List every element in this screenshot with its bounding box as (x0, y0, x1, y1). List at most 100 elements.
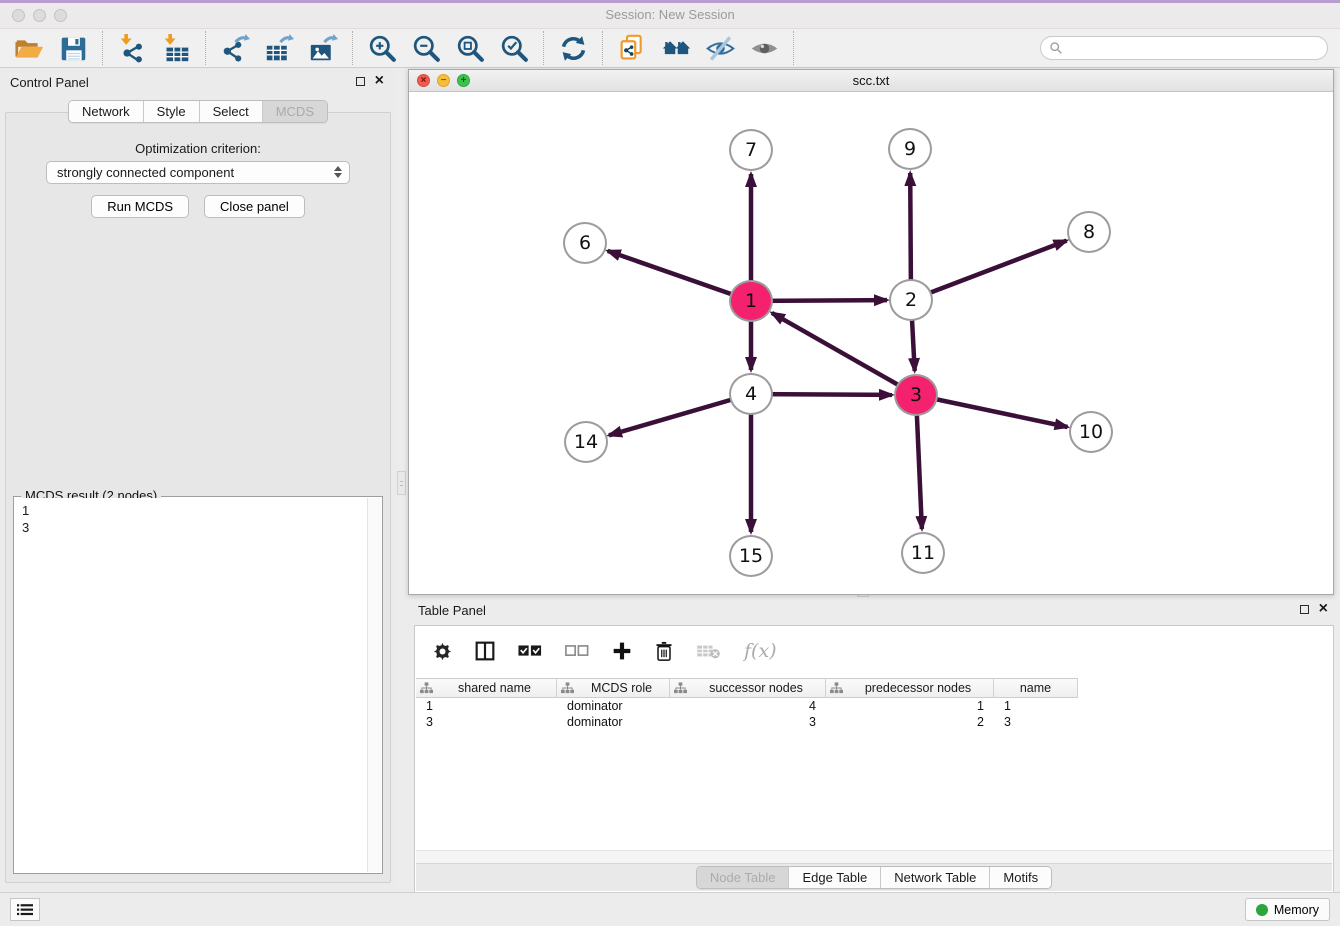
task-history-button[interactable] (10, 898, 40, 921)
export-table-icon[interactable] (263, 32, 295, 64)
cell-name[interactable]: 3 (994, 715, 1078, 729)
search-box[interactable] (1040, 36, 1328, 60)
split-divider-handle-vertical[interactable] (397, 471, 406, 495)
float-panel-icon[interactable] (356, 77, 365, 86)
cell-successor-nodes[interactable]: 4 (670, 699, 826, 713)
list-icon (17, 902, 33, 918)
column-header-MCDS-role[interactable]: MCDS role (557, 679, 670, 697)
table-settings-icon[interactable] (433, 642, 452, 661)
select-all-rows-icon[interactable] (518, 645, 542, 657)
save-session-icon[interactable] (57, 32, 89, 64)
graph-node-2[interactable]: 2 (889, 279, 933, 321)
toggle-columns-icon[interactable] (475, 641, 495, 661)
cell-shared-name[interactable]: 3 (416, 715, 557, 729)
delete-table-icon (696, 642, 721, 660)
graph-node-4[interactable]: 4 (729, 373, 773, 415)
delete-column-icon[interactable] (655, 641, 673, 662)
network-window-titlebar[interactable]: × − + scc.txt (409, 70, 1333, 92)
toolbar-group (206, 31, 353, 65)
tab-node-table[interactable]: Node Table (697, 867, 789, 888)
result-scrollbar[interactable] (367, 498, 381, 872)
tab-network-table[interactable]: Network Table (880, 867, 989, 888)
toolbar-group (544, 31, 603, 65)
cell-predecessor-nodes[interactable]: 1 (826, 699, 994, 713)
export-network-icon[interactable] (219, 32, 251, 64)
status-bar: Memory (0, 892, 1340, 926)
graph-node-7[interactable]: 7 (729, 129, 773, 171)
tab-select[interactable]: Select (199, 101, 262, 122)
network-canvas[interactable]: 7 9 6 8 1 2 4 3 14 10 15 11 (409, 92, 1333, 594)
control-panel-tabs: NetworkStyleSelectMCDS (0, 100, 396, 123)
criterion-value: strongly connected component (57, 165, 234, 180)
search-icon (1049, 41, 1063, 55)
cell-name[interactable]: 1 (994, 699, 1078, 713)
tab-motifs[interactable]: Motifs (989, 867, 1051, 888)
zoom-fit-icon[interactable] (454, 32, 486, 64)
refresh-view-icon[interactable] (557, 32, 589, 64)
table-panel-title: Table Panel (418, 603, 486, 618)
table-horizontal-scrollbar[interactable] (416, 850, 1332, 864)
graph-node-9[interactable]: 9 (888, 128, 932, 170)
control-panel: Control Panel × NetworkStyleSelectMCDS O… (0, 68, 396, 893)
import-network-icon[interactable] (116, 32, 148, 64)
zoom-in-icon[interactable] (366, 32, 398, 64)
column-header-successor-nodes[interactable]: successor nodes (670, 679, 826, 697)
cell-MCDS-role[interactable]: dominator (557, 715, 670, 729)
toolbar-group (0, 31, 103, 65)
table-tabs-bar: Node TableEdge TableNetwork TableMotifs (416, 863, 1332, 891)
toolbar-group (103, 31, 206, 65)
table-rows: 1dominator4113dominator323 (416, 698, 1332, 730)
criterion-select[interactable]: strongly connected component (46, 161, 350, 184)
network-overview-icon[interactable] (660, 32, 692, 64)
copy-network-icon[interactable] (616, 32, 648, 64)
tab-style[interactable]: Style (143, 101, 199, 122)
open-session-icon[interactable] (13, 32, 45, 64)
cell-successor-nodes[interactable]: 3 (670, 715, 826, 729)
optimization-criterion-label: Optimization criterion: (6, 141, 390, 156)
column-header-shared-name[interactable]: shared name (416, 679, 557, 697)
tab-mcds[interactable]: MCDS (262, 101, 327, 122)
memory-button[interactable]: Memory (1245, 898, 1330, 921)
mcds-panel: Optimization criterion: strongly connect… (5, 112, 391, 883)
zoom-out-icon[interactable] (410, 32, 442, 64)
deselect-all-rows-icon[interactable] (565, 645, 589, 657)
graph-node-6[interactable]: 6 (563, 222, 607, 264)
import-table-icon[interactable] (160, 32, 192, 64)
add-column-icon[interactable] (612, 641, 632, 661)
hide-selected-icon[interactable] (704, 32, 736, 64)
run-mcds-button[interactable]: Run MCDS (91, 195, 189, 218)
column-header-name[interactable]: name (994, 679, 1078, 697)
graph-node-14[interactable]: 14 (564, 421, 608, 463)
close-panel-button[interactable]: Close panel (204, 195, 305, 218)
graph-node-1[interactable]: 1 (729, 280, 773, 322)
cell-predecessor-nodes[interactable]: 2 (826, 715, 994, 729)
cell-MCDS-role[interactable]: dominator (557, 699, 670, 713)
network-window-title: scc.txt (409, 73, 1333, 88)
float-table-panel-icon[interactable] (1300, 605, 1309, 614)
zoom-selected-icon[interactable] (498, 32, 530, 64)
graph-node-3[interactable]: 3 (894, 374, 938, 416)
close-panel-icon[interactable]: × (375, 76, 384, 86)
window-title: Session: New Session (0, 7, 1340, 22)
function-builder-icon: f(x) (744, 640, 777, 662)
close-table-panel-icon[interactable]: × (1319, 604, 1328, 614)
show-hidden-icon (748, 32, 780, 64)
table-toolbar: f(x) (415, 632, 777, 670)
mcds-result-text[interactable]: 1 3 (15, 498, 368, 872)
tab-edge-table[interactable]: Edge Table (788, 867, 880, 888)
memory-label: Memory (1274, 903, 1319, 917)
graph-node-15[interactable]: 15 (729, 535, 773, 577)
tab-network[interactable]: Network (69, 101, 143, 122)
table-panel-header: Table Panel × (414, 599, 1334, 623)
column-header-predecessor-nodes[interactable]: predecessor nodes (826, 679, 994, 697)
export-image-icon[interactable] (307, 32, 339, 64)
table-header-row: shared nameMCDS rolesuccessor nodesprede… (416, 678, 1078, 698)
search-input[interactable] (1068, 40, 1319, 56)
table-row[interactable]: 1dominator411 (416, 698, 1332, 714)
table-row[interactable]: 3dominator323 (416, 714, 1332, 730)
graph-node-8[interactable]: 8 (1067, 211, 1111, 253)
graph-node-11[interactable]: 11 (901, 532, 945, 574)
cell-shared-name[interactable]: 1 (416, 699, 557, 713)
graph-node-10[interactable]: 10 (1069, 411, 1113, 453)
toolbar-group (603, 31, 794, 65)
